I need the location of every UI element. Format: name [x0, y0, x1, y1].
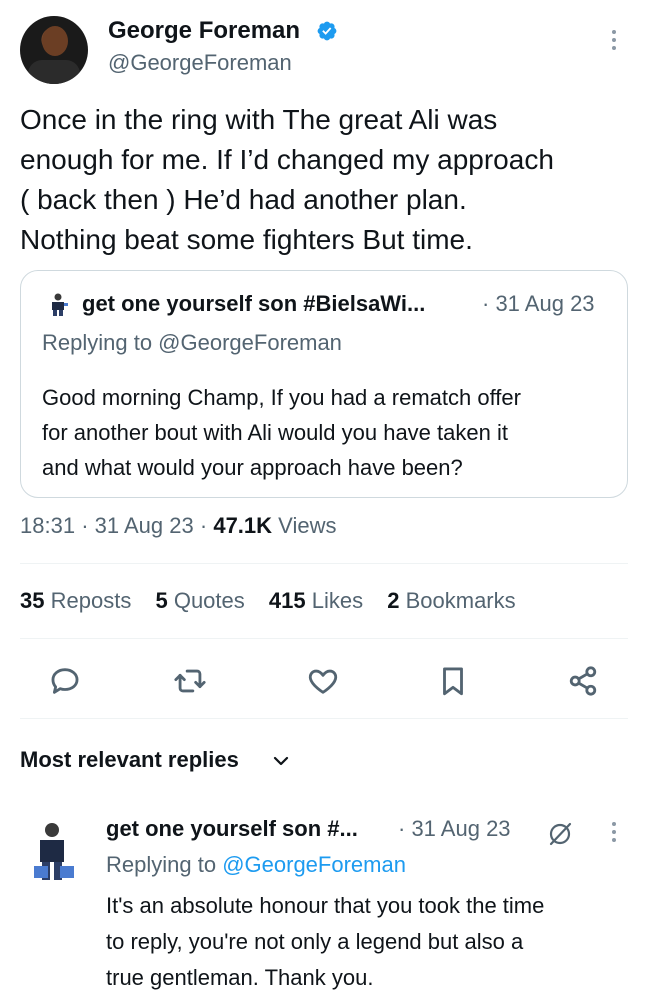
chevron-down-icon[interactable]: [272, 752, 290, 770]
reply-date: · 31 Aug 23: [398, 816, 511, 841]
meta-separator: ·: [81, 513, 95, 538]
tweet-meta: 18:31 · 31 Aug 23 · 47.1K Views: [20, 513, 336, 539]
verified-badge-icon: [316, 20, 338, 42]
avatar-face: [42, 26, 68, 56]
share-icon[interactable]: [566, 664, 600, 698]
views-count: 47.1K: [213, 513, 273, 538]
tweet-text: Once in the ring with The great Ali was …: [20, 100, 630, 260]
author-name[interactable]: George Foreman: [108, 17, 300, 45]
stat-label: Quotes: [173, 588, 245, 613]
reply-text: It's an absolute honour that you took th…: [106, 888, 636, 996]
replying-handle-link[interactable]: @GeorgeForeman: [222, 852, 406, 877]
quoted-text-line: and what would your approach have been?: [42, 455, 463, 480]
author-avatar[interactable]: [20, 16, 88, 84]
stat-label: Reposts: [50, 588, 132, 613]
tweet-time[interactable]: 18:31: [20, 513, 75, 538]
quoted-text: Good morning Champ, If you had a rematch…: [42, 380, 622, 485]
stat-label: Likes: [311, 588, 364, 613]
tweet-text-line: ( back then ) He’d had another plan.: [20, 184, 467, 215]
reply-more-options-icon[interactable]: [608, 822, 620, 846]
tweet-text-line: Once in the ring with The great Ali was: [20, 104, 498, 135]
stat-likes[interactable]: 415 Likes: [269, 588, 363, 613]
avatar-suit: [28, 60, 80, 84]
meta-separator: ·: [199, 513, 214, 538]
bookmark-icon[interactable]: [436, 664, 470, 698]
stat-count: 35: [20, 588, 45, 613]
quoted-author-avatar: [46, 292, 70, 318]
repost-icon[interactable]: [173, 664, 207, 698]
reply-icon[interactable]: [48, 664, 82, 698]
stat-reposts[interactable]: 35 Reposts: [20, 588, 131, 613]
tweet-stats: 35 Reposts 5 Quotes 415 Likes 2 Bookmark…: [20, 588, 534, 614]
stat-count: 2: [387, 588, 400, 613]
reply-author-name[interactable]: get one yourself son #...: [106, 816, 358, 842]
tweet-date[interactable]: 31 Aug 23: [95, 513, 194, 538]
stat-bookmarks[interactable]: 2 Bookmarks: [387, 588, 515, 613]
more-options-icon[interactable]: [608, 30, 620, 54]
views-label: Views: [278, 513, 337, 538]
quoted-text-line: Good morning Champ, If you had a rematch…: [42, 385, 521, 410]
quoted-author-name[interactable]: get one yourself son #BielsaWi...: [82, 291, 425, 317]
reply-author-avatar[interactable]: [30, 820, 78, 884]
reply-text-line: true gentleman. Thank you.: [106, 965, 374, 990]
stat-count: 5: [155, 588, 168, 613]
replies-sort-dropdown[interactable]: Most relevant replies: [20, 747, 239, 773]
reply-text-line: It's an absolute honour that you took th…: [106, 893, 545, 918]
stat-quotes[interactable]: 5 Quotes: [155, 588, 244, 613]
divider: [20, 563, 628, 564]
quoted-date: · 31 Aug 23: [482, 291, 595, 316]
tweet-text-line: enough for me. If I’d changed my approac…: [20, 144, 554, 175]
quoted-text-line: for another bout with Ali would you have…: [42, 420, 508, 445]
grok-icon[interactable]: [546, 820, 574, 848]
divider: [20, 718, 628, 719]
author-handle[interactable]: @GeorgeForeman: [108, 50, 292, 76]
replying-prefix: Replying to: [106, 852, 217, 877]
reply-text-line: to reply, you're not only a legend but a…: [106, 929, 524, 954]
divider: [20, 638, 628, 639]
stat-label: Bookmarks: [405, 588, 516, 613]
stat-count: 415: [268, 588, 306, 613]
tweet-text-line: Nothing beat some fighters But time.: [20, 224, 473, 255]
reply-replying-to: Replying to @GeorgeForeman: [106, 852, 406, 878]
like-icon[interactable]: [306, 664, 340, 698]
quoted-replying-to: Replying to @GeorgeForeman: [42, 330, 342, 355]
